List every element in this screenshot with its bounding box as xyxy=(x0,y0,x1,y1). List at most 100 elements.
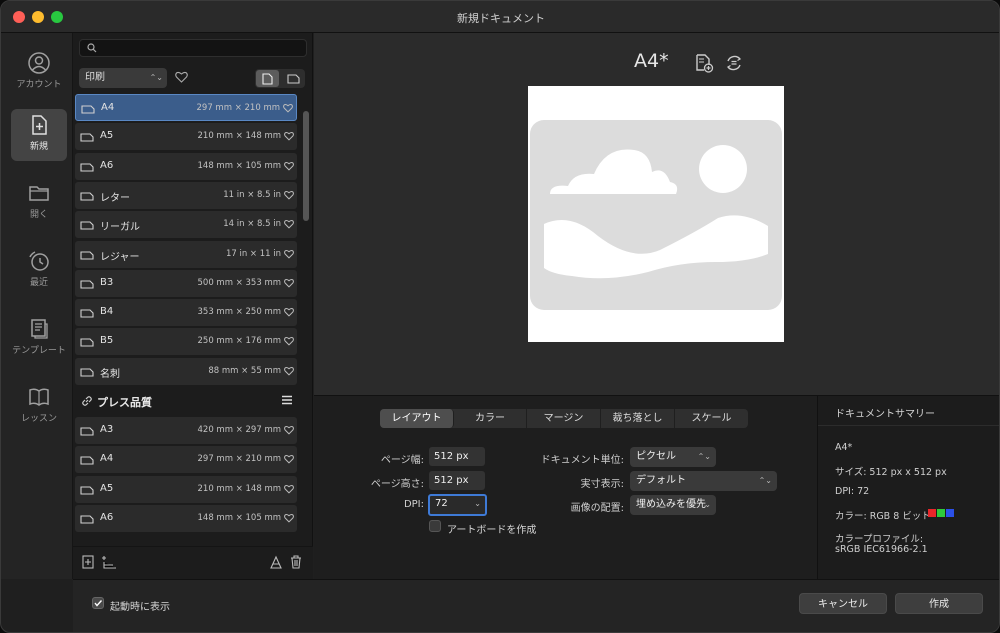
add-category-icon[interactable] xyxy=(101,555,117,569)
preset-row[interactable]: B5 250 mm × 176 mm xyxy=(75,328,297,356)
preset-row[interactable]: レター 11 in × 8.5 in xyxy=(75,181,297,209)
heart-icon[interactable] xyxy=(284,131,294,141)
trash-icon[interactable] xyxy=(290,555,302,569)
hamburger-menu-icon[interactable] xyxy=(281,395,293,405)
nav-item-account[interactable]: アカウント xyxy=(11,47,67,99)
show-on-startup-checkbox[interactable] xyxy=(92,597,104,609)
folder-icon xyxy=(29,186,49,201)
cancel-button[interactable]: キャンセル xyxy=(799,593,887,614)
save-preset-icon[interactable] xyxy=(694,53,714,73)
favorite-button[interactable] xyxy=(284,307,294,320)
page-height-input[interactable]: 512 px xyxy=(429,471,485,490)
preset-category-select[interactable]: 印刷 ⌃⌄ xyxy=(79,68,167,88)
nav-item-templates[interactable]: テンプレート xyxy=(11,313,67,365)
document-units-select[interactable]: ピクセル ⌃⌄ xyxy=(630,447,716,467)
favorite-button[interactable] xyxy=(284,131,294,144)
tab-scale[interactable]: スケール xyxy=(675,409,748,428)
image-placement-select[interactable]: 埋め込みを優先 ⌃⌄ xyxy=(630,495,716,515)
favorite-button[interactable] xyxy=(284,161,294,174)
landscape-button[interactable] xyxy=(281,70,304,87)
settings-tabs: レイアウト カラー マージン 裁ち落とし スケール xyxy=(380,409,748,428)
preset-row[interactable]: A6 148 mm × 105 mm xyxy=(75,152,297,180)
page-icon-wrap xyxy=(80,131,94,145)
create-artboard-checkbox[interactable] xyxy=(429,520,441,532)
page-icon-wrap xyxy=(80,484,94,498)
color-swatch-blue xyxy=(946,509,954,517)
favorite-button[interactable] xyxy=(284,249,294,262)
tab-color[interactable]: カラー xyxy=(454,409,527,428)
delete-category-icon[interactable] xyxy=(269,555,283,569)
heart-icon[interactable] xyxy=(284,190,294,200)
heart-icon[interactable] xyxy=(284,366,294,376)
heart-icon[interactable] xyxy=(284,307,294,317)
nav-item-recent[interactable]: 最近 xyxy=(11,245,67,297)
preset-row[interactable]: リーガル 14 in × 8.5 in xyxy=(75,211,297,239)
favorite-button[interactable] xyxy=(284,454,294,467)
summary-profile-value: sRGB IEC61966-2.1 xyxy=(835,544,928,555)
preset-search-input[interactable] xyxy=(79,39,307,57)
favorite-button[interactable] xyxy=(284,484,294,497)
preset-row[interactable]: A4 297 mm × 210 mm xyxy=(75,446,297,474)
favorite-button[interactable] xyxy=(284,366,294,379)
preset-row[interactable]: A5 210 mm × 148 mm xyxy=(75,123,297,151)
heart-icon[interactable] xyxy=(283,103,293,113)
favorite-button[interactable] xyxy=(284,278,294,291)
heart-icon[interactable] xyxy=(284,249,294,259)
preset-row[interactable]: A3 420 mm × 297 mm xyxy=(75,417,297,444)
heart-icon[interactable] xyxy=(284,454,294,464)
nav-item-new[interactable]: 新規 xyxy=(11,109,67,161)
preset-row[interactable]: B4 353 mm × 250 mm xyxy=(75,299,297,327)
tab-margins[interactable]: マージン xyxy=(527,409,601,428)
favorite-button[interactable] xyxy=(284,219,294,232)
summary-profile-label: カラープロファイル: xyxy=(835,534,924,545)
tab-bleed[interactable]: 裁ち落とし xyxy=(601,409,675,428)
heart-icon[interactable] xyxy=(284,425,294,435)
favorite-button[interactable] xyxy=(284,513,294,526)
heart-icon[interactable] xyxy=(284,161,294,171)
nav-item-lessons[interactable]: レッスン xyxy=(11,381,67,433)
preset-row[interactable]: レジャー 17 in × 11 in xyxy=(75,240,297,268)
heart-icon[interactable] xyxy=(284,336,294,346)
dpi-combobox[interactable]: 72 ⌄ xyxy=(428,494,487,516)
nav-item-label: 新規 xyxy=(29,142,48,152)
favorites-heart-icon[interactable] xyxy=(175,71,188,83)
preset-name: A6 xyxy=(100,159,114,171)
create-button[interactable]: 作成 xyxy=(895,593,983,614)
image-placeholder-icon xyxy=(530,120,782,310)
color-swatch-green xyxy=(937,509,945,517)
heart-icon[interactable] xyxy=(284,484,294,494)
dpi-value: 72 xyxy=(435,498,448,509)
account-icon xyxy=(28,52,50,74)
preset-row[interactable]: A5 210 mm × 148 mm xyxy=(75,475,297,503)
page-icon xyxy=(80,456,94,465)
portrait-button[interactable] xyxy=(256,70,279,87)
page-icon xyxy=(80,250,94,260)
preset-name: A5 xyxy=(100,130,114,142)
preset-row[interactable]: 名刺 88 mm × 55 mm xyxy=(75,357,297,385)
document-units-value: ピクセル xyxy=(636,451,676,462)
nav-item-open[interactable]: 開く xyxy=(11,177,67,229)
preset-name: B4 xyxy=(100,306,114,318)
page-icon-wrap xyxy=(80,513,94,527)
display-mode-select[interactable]: デフォルト ⌃⌄ xyxy=(630,471,777,491)
favorite-button[interactable] xyxy=(284,336,294,349)
preset-options-icon[interactable] xyxy=(724,53,744,73)
preset-row[interactable]: B3 500 mm × 353 mm xyxy=(75,269,297,297)
heart-icon[interactable] xyxy=(284,278,294,288)
preset-row[interactable]: A4 297 mm × 210 mm xyxy=(75,94,297,121)
window-title: 新規ドキュメント xyxy=(457,12,545,25)
favorite-button[interactable] xyxy=(284,425,294,438)
preset-list-scrollbar[interactable] xyxy=(303,111,309,221)
page-width-input[interactable]: 512 px xyxy=(429,447,485,466)
add-preset-icon[interactable] xyxy=(82,555,94,569)
title-bar: 新規ドキュメント xyxy=(1,1,999,33)
favorite-button[interactable] xyxy=(284,190,294,203)
tab-layout[interactable]: レイアウト xyxy=(380,409,454,428)
favorite-button[interactable] xyxy=(283,103,293,116)
heart-icon[interactable] xyxy=(284,513,294,523)
create-artboard-label: アートボードを作成 xyxy=(447,525,537,536)
preset-row[interactable]: A6 148 mm × 105 mm xyxy=(75,504,297,532)
heart-icon[interactable] xyxy=(284,219,294,229)
preset-section-header[interactable]: プレス品質 xyxy=(75,388,297,414)
page-icon-wrap xyxy=(80,219,94,233)
